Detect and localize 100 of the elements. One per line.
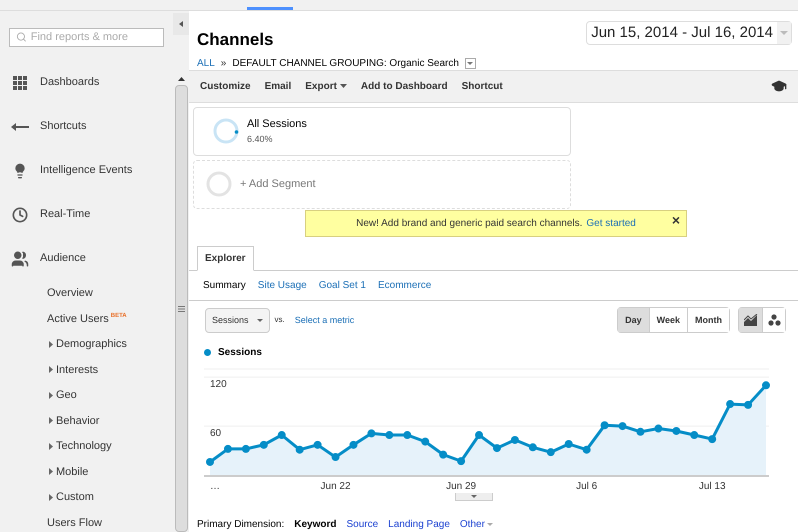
point bbox=[421, 438, 430, 446]
bubble-chart-button[interactable] bbox=[762, 308, 785, 332]
point bbox=[260, 440, 268, 449]
toolbar-button[interactable]: Shortcut bbox=[462, 78, 503, 94]
nav-subitem[interactable]: Custom bbox=[56, 489, 94, 506]
scroll-up-icon bbox=[178, 77, 184, 81]
nav-subitem[interactable]: Overview bbox=[47, 285, 93, 302]
segment-card[interactable]: All Sessions 6.40% bbox=[193, 106, 571, 156]
date-range-picker[interactable]: Jun 15, 2014 - Jul 16, 2014 bbox=[586, 21, 792, 45]
toolbar-button[interactable]: Export bbox=[305, 78, 347, 94]
point bbox=[726, 400, 734, 408]
active-tab-indicator bbox=[247, 7, 293, 10]
period-button[interactable]: Day bbox=[618, 308, 649, 332]
get-started-link[interactable]: Get started bbox=[586, 216, 636, 230]
caret-icon bbox=[486, 522, 493, 526]
nav-subitem[interactable]: Interests bbox=[56, 362, 98, 378]
nav-subitem[interactable]: Demographics bbox=[56, 336, 127, 352]
graduation-cap-icon[interactable] bbox=[771, 78, 787, 94]
point bbox=[314, 440, 322, 449]
metric-dropdown[interactable]: Sessions bbox=[205, 308, 270, 333]
add-segment-card[interactable]: + Add Segment bbox=[193, 160, 571, 208]
search-field[interactable]: Find reports & more bbox=[9, 28, 164, 46]
grip-icon bbox=[178, 306, 184, 312]
segment-name: All Sessions bbox=[247, 117, 307, 132]
point bbox=[475, 431, 484, 440]
point bbox=[349, 440, 358, 449]
nav-subitem[interactable]: Technology bbox=[56, 438, 112, 454]
point bbox=[296, 446, 304, 454]
toolbar-button[interactable]: Email bbox=[264, 78, 292, 94]
nav-subitem[interactable]: Geo bbox=[56, 387, 77, 404]
expand-arrow-icon bbox=[49, 340, 53, 348]
x-axis-label: Jul 13 bbox=[698, 480, 726, 492]
nav-subitem[interactable]: Behavior bbox=[56, 412, 100, 429]
nav-item[interactable]: Real-Time bbox=[40, 206, 90, 223]
expand-arrow-icon bbox=[49, 442, 53, 450]
dimension-option[interactable]: Landing Page bbox=[388, 516, 450, 532]
collapse-button[interactable] bbox=[173, 13, 189, 35]
subtab-link[interactable]: Goal Set 1 bbox=[318, 278, 366, 293]
notice-text: New! Add brand and generic paid search channels. bbox=[356, 216, 582, 230]
left-arrow-icon bbox=[11, 122, 29, 130]
point bbox=[206, 458, 214, 466]
expand-handle[interactable] bbox=[454, 492, 492, 501]
subtab-link[interactable]: Ecommerce bbox=[378, 278, 432, 293]
tab[interactable]: Explorer bbox=[197, 246, 254, 272]
dimension-option[interactable]: Other bbox=[460, 516, 493, 532]
point bbox=[582, 446, 591, 454]
dimension-option[interactable]: Source bbox=[346, 516, 378, 532]
bubbles-icon bbox=[768, 314, 780, 326]
x-axis-label: Jun 22 bbox=[320, 480, 351, 492]
page-title: Channels bbox=[197, 29, 275, 51]
toolbar-button[interactable]: Customize bbox=[200, 78, 251, 94]
expand-arrow-icon bbox=[49, 366, 53, 374]
select-metric-link[interactable]: Select a metric bbox=[294, 314, 354, 328]
point bbox=[332, 453, 340, 462]
point bbox=[708, 435, 716, 444]
expand-arrow-icon bbox=[49, 417, 53, 424]
nav-item[interactable]: Intelligence Events bbox=[40, 162, 132, 179]
breadcrumb-link[interactable]: ALL bbox=[197, 56, 215, 70]
expand-arrow-icon bbox=[49, 494, 53, 501]
breadcrumb-separator: » bbox=[220, 56, 226, 70]
nav-subitem[interactable]: Mobile bbox=[56, 464, 88, 480]
point bbox=[403, 431, 412, 440]
ring-icon bbox=[213, 118, 239, 144]
nav-subitem[interactable]: Users Flow bbox=[47, 514, 102, 531]
nav-item[interactable]: Dashboards bbox=[40, 74, 100, 91]
point bbox=[242, 444, 250, 453]
point bbox=[439, 450, 448, 459]
line-chart-icon bbox=[744, 314, 758, 326]
scrollbar-thumb[interactable] bbox=[174, 85, 188, 532]
x-axis-label: … bbox=[210, 480, 220, 492]
toolbar-button[interactable]: Add to Dashboard bbox=[360, 78, 448, 94]
line-chart-button[interactable] bbox=[739, 308, 762, 332]
close-button[interactable]: × bbox=[672, 212, 680, 226]
caret-icon bbox=[467, 62, 474, 64]
caret-icon bbox=[470, 494, 476, 498]
nav-item[interactable]: Audience bbox=[40, 250, 86, 267]
nav-subitem[interactable]: Active Users bbox=[47, 310, 109, 327]
left-triangle-icon bbox=[179, 21, 183, 27]
y-axis-label: 120 bbox=[210, 379, 227, 390]
subtab-link[interactable]: Summary bbox=[203, 278, 246, 293]
point bbox=[528, 443, 537, 452]
y-axis-label: 60 bbox=[210, 428, 222, 440]
dropdown-button[interactable] bbox=[464, 58, 476, 68]
caret-icon bbox=[340, 84, 347, 88]
dimension-option[interactable]: Keyword bbox=[294, 516, 336, 532]
people-icon bbox=[11, 250, 29, 268]
vs-label: vs. bbox=[274, 314, 285, 326]
point bbox=[492, 444, 501, 452]
subtab-link[interactable]: Site Usage bbox=[258, 278, 307, 293]
x-axis-label: Jul 6 bbox=[576, 480, 598, 492]
point bbox=[385, 431, 394, 440]
breadcrumb-current: DEFAULT CHANNEL GROUPING: Organic Search bbox=[232, 56, 459, 70]
period-button[interactable]: Month bbox=[687, 308, 729, 332]
point bbox=[600, 421, 609, 430]
expand-arrow-icon bbox=[49, 392, 53, 399]
point bbox=[564, 440, 573, 448]
nav-item[interactable]: Shortcuts bbox=[40, 118, 86, 135]
search-icon bbox=[16, 31, 27, 44]
x-axis-label: Jun 29 bbox=[446, 480, 476, 492]
clock-icon bbox=[12, 206, 28, 222]
